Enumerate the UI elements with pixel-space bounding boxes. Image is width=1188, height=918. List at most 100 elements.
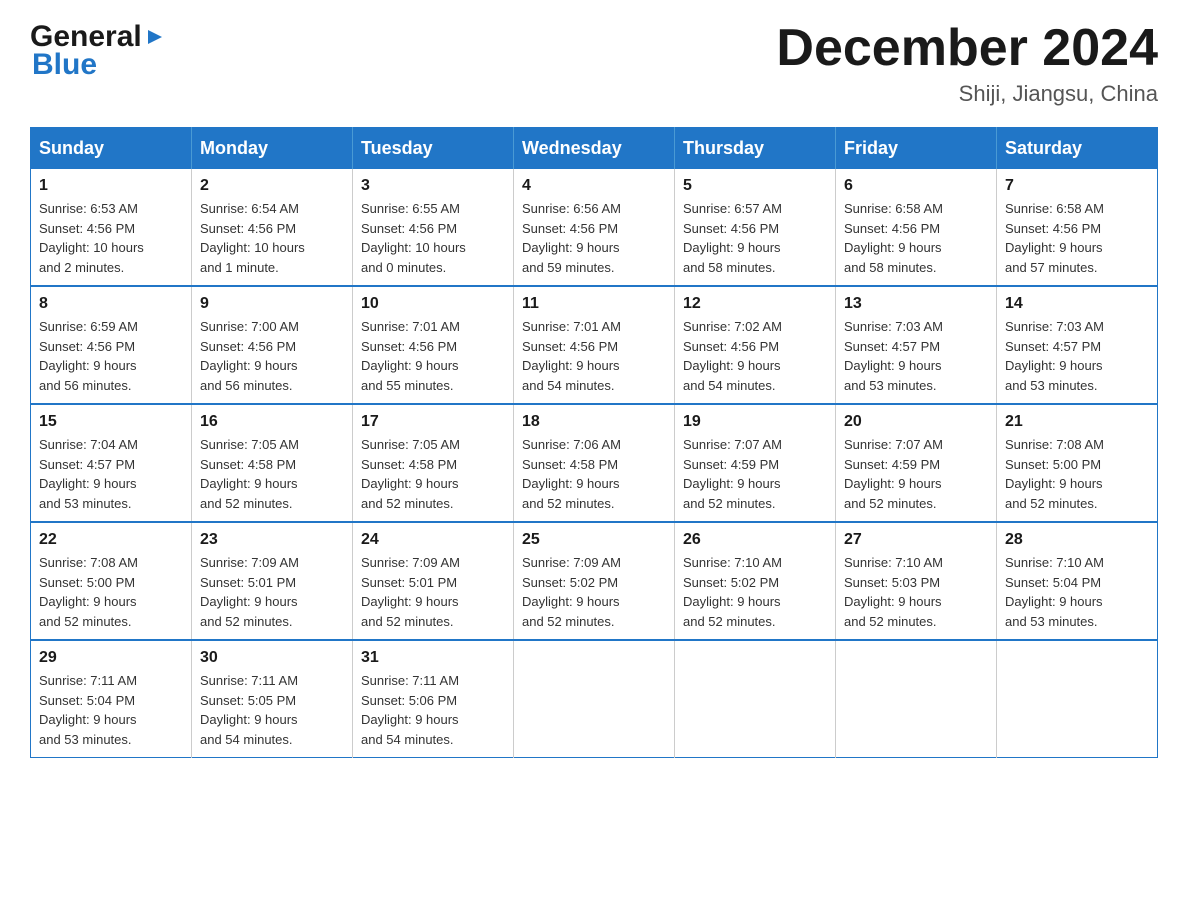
- day-number: 30: [200, 649, 344, 667]
- logo-arrow-icon: [144, 26, 166, 48]
- table-row: 24Sunrise: 7:09 AMSunset: 5:01 PMDayligh…: [353, 522, 514, 640]
- table-row: [675, 640, 836, 758]
- header-thursday: Thursday: [675, 128, 836, 170]
- day-number: 11: [522, 295, 666, 313]
- table-row: 15 Sunrise: 7:04 AMSunset: 4:57 PMDayligh…: [31, 404, 192, 522]
- day-number: 8: [39, 295, 183, 313]
- day-number: 25: [522, 531, 666, 549]
- month-title: December 2024: [776, 20, 1158, 77]
- day-number: 21: [1005, 413, 1149, 431]
- day-info: Sunrise: 6:57 AMSunset: 4:56 PMDaylight:…: [683, 199, 827, 277]
- table-row: 6 Sunrise: 6:58 AMSunset: 4:56 PMDaylight…: [836, 169, 997, 286]
- table-row: 29Sunrise: 7:11 AMSunset: 5:04 PMDayligh…: [31, 640, 192, 758]
- day-number: 19: [683, 413, 827, 431]
- calendar-week-1: 1 Sunrise: 6:53 AMSunset: 4:56 PMDaylight…: [31, 169, 1158, 286]
- calendar-week-2: 8Sunrise: 6:59 AMSunset: 4:56 PMDaylight…: [31, 286, 1158, 404]
- day-number: 27: [844, 531, 988, 549]
- day-info: Sunrise: 7:04 AMSunset: 4:57 PMDaylight:…: [39, 435, 183, 513]
- page-header: General Blue December 2024 Shiji, Jiangs…: [30, 20, 1158, 107]
- day-info: Sunrise: 7:00 AMSunset: 4:56 PMDaylight:…: [200, 317, 344, 395]
- day-info: Sunrise: 7:07 AMSunset: 4:59 PMDaylight:…: [683, 435, 827, 513]
- day-number: 20: [844, 413, 988, 431]
- day-info: Sunrise: 7:10 AMSunset: 5:03 PMDaylight:…: [844, 553, 988, 631]
- header-sunday: Sunday: [31, 128, 192, 170]
- table-row: 31 Sunrise: 7:11 AMSunset: 5:06 PMDayligh…: [353, 640, 514, 758]
- day-info: Sunrise: 7:03 AMSunset: 4:57 PMDaylight:…: [1005, 317, 1149, 395]
- table-row: 13Sunrise: 7:03 AMSunset: 4:57 PMDayligh…: [836, 286, 997, 404]
- table-row: 8Sunrise: 6:59 AMSunset: 4:56 PMDaylight…: [31, 286, 192, 404]
- header-wednesday: Wednesday: [514, 128, 675, 170]
- table-row: 20Sunrise: 7:07 AMSunset: 4:59 PMDayligh…: [836, 404, 997, 522]
- day-number: 31: [361, 649, 505, 667]
- day-number: 23: [200, 531, 344, 549]
- day-number: 10: [361, 295, 505, 313]
- calendar-week-3: 15 Sunrise: 7:04 AMSunset: 4:57 PMDayligh…: [31, 404, 1158, 522]
- day-info: Sunrise: 6:58 AMSunset: 4:56 PMDaylight:…: [844, 199, 988, 277]
- day-number: 5: [683, 177, 827, 195]
- day-info: Sunrise: 7:10 AMSunset: 5:04 PMDaylight:…: [1005, 553, 1149, 631]
- day-number: 3: [361, 177, 505, 195]
- day-info: Sunrise: 7:06 AMSunset: 4:58 PMDaylight:…: [522, 435, 666, 513]
- calendar-week-5: 29Sunrise: 7:11 AMSunset: 5:04 PMDayligh…: [31, 640, 1158, 758]
- table-row: 10 Sunrise: 7:01 AMSunset: 4:56 PMDayligh…: [353, 286, 514, 404]
- day-info: Sunrise: 7:11 AMSunset: 5:05 PMDaylight:…: [200, 671, 344, 749]
- calendar-table: Sunday Monday Tuesday Wednesday Thursday…: [30, 127, 1158, 758]
- day-number: 2: [200, 177, 344, 195]
- table-row: [997, 640, 1158, 758]
- day-number: 4: [522, 177, 666, 195]
- table-row: 25 Sunrise: 7:09 AMSunset: 5:02 PMDayligh…: [514, 522, 675, 640]
- table-row: 1 Sunrise: 6:53 AMSunset: 4:56 PMDaylight…: [31, 169, 192, 286]
- day-info: Sunrise: 7:08 AMSunset: 5:00 PMDaylight:…: [1005, 435, 1149, 513]
- title-section: December 2024 Shiji, Jiangsu, China: [776, 20, 1158, 107]
- day-info: Sunrise: 6:55 AMSunset: 4:56 PMDaylight:…: [361, 199, 505, 277]
- day-number: 1: [39, 177, 183, 195]
- header-saturday: Saturday: [997, 128, 1158, 170]
- day-info: Sunrise: 7:09 AMSunset: 5:01 PMDaylight:…: [361, 553, 505, 631]
- day-info: Sunrise: 7:08 AMSunset: 5:00 PMDaylight:…: [39, 553, 183, 631]
- day-number: 12: [683, 295, 827, 313]
- table-row: 9 Sunrise: 7:00 AMSunset: 4:56 PMDaylight…: [192, 286, 353, 404]
- table-row: 21 Sunrise: 7:08 AMSunset: 5:00 PMDayligh…: [997, 404, 1158, 522]
- table-row: 17Sunrise: 7:05 AMSunset: 4:58 PMDayligh…: [353, 404, 514, 522]
- day-number: 18: [522, 413, 666, 431]
- table-row: 16 Sunrise: 7:05 AMSunset: 4:58 PMDayligh…: [192, 404, 353, 522]
- table-row: 5 Sunrise: 6:57 AMSunset: 4:56 PMDaylight…: [675, 169, 836, 286]
- table-row: 26 Sunrise: 7:10 AMSunset: 5:02 PMDayligh…: [675, 522, 836, 640]
- day-number: 15: [39, 413, 183, 431]
- logo-blue-text: Blue: [32, 48, 97, 81]
- day-number: 26: [683, 531, 827, 549]
- day-number: 14: [1005, 295, 1149, 313]
- day-number: 28: [1005, 531, 1149, 549]
- header-friday: Friday: [836, 128, 997, 170]
- day-number: 22: [39, 531, 183, 549]
- day-info: Sunrise: 7:10 AMSunset: 5:02 PMDaylight:…: [683, 553, 827, 631]
- header-monday: Monday: [192, 128, 353, 170]
- day-info: Sunrise: 6:54 AMSunset: 4:56 PMDaylight:…: [200, 199, 344, 277]
- header-tuesday: Tuesday: [353, 128, 514, 170]
- day-info: Sunrise: 7:09 AMSunset: 5:02 PMDaylight:…: [522, 553, 666, 631]
- day-info: Sunrise: 7:09 AMSunset: 5:01 PMDaylight:…: [200, 553, 344, 631]
- day-number: 9: [200, 295, 344, 313]
- table-row: 3 Sunrise: 6:55 AMSunset: 4:56 PMDaylight…: [353, 169, 514, 286]
- day-info: Sunrise: 6:56 AMSunset: 4:56 PMDaylight:…: [522, 199, 666, 277]
- day-number: 6: [844, 177, 988, 195]
- table-row: [514, 640, 675, 758]
- day-info: Sunrise: 6:53 AMSunset: 4:56 PMDaylight:…: [39, 199, 183, 277]
- table-row: 18 Sunrise: 7:06 AMSunset: 4:58 PMDayligh…: [514, 404, 675, 522]
- calendar-header-row: Sunday Monday Tuesday Wednesday Thursday…: [31, 128, 1158, 170]
- day-info: Sunrise: 7:11 AMSunset: 5:06 PMDaylight:…: [361, 671, 505, 749]
- day-info: Sunrise: 7:02 AMSunset: 4:56 PMDaylight:…: [683, 317, 827, 395]
- table-row: 7Sunrise: 6:58 AMSunset: 4:56 PMDaylight…: [997, 169, 1158, 286]
- table-row: 11Sunrise: 7:01 AMSunset: 4:56 PMDayligh…: [514, 286, 675, 404]
- table-row: 2 Sunrise: 6:54 AMSunset: 4:56 PMDaylight…: [192, 169, 353, 286]
- day-number: 13: [844, 295, 988, 313]
- table-row: 4 Sunrise: 6:56 AMSunset: 4:56 PMDaylight…: [514, 169, 675, 286]
- table-row: 22 Sunrise: 7:08 AMSunset: 5:00 PMDayligh…: [31, 522, 192, 640]
- day-info: Sunrise: 7:05 AMSunset: 4:58 PMDaylight:…: [200, 435, 344, 513]
- day-info: Sunrise: 7:01 AMSunset: 4:56 PMDaylight:…: [361, 317, 505, 395]
- table-row: 28 Sunrise: 7:10 AMSunset: 5:04 PMDayligh…: [997, 522, 1158, 640]
- day-info: Sunrise: 7:05 AMSunset: 4:58 PMDaylight:…: [361, 435, 505, 513]
- day-info: Sunrise: 7:11 AMSunset: 5:04 PMDaylight:…: [39, 671, 183, 749]
- table-row: 12 Sunrise: 7:02 AMSunset: 4:56 PMDayligh…: [675, 286, 836, 404]
- day-number: 16: [200, 413, 344, 431]
